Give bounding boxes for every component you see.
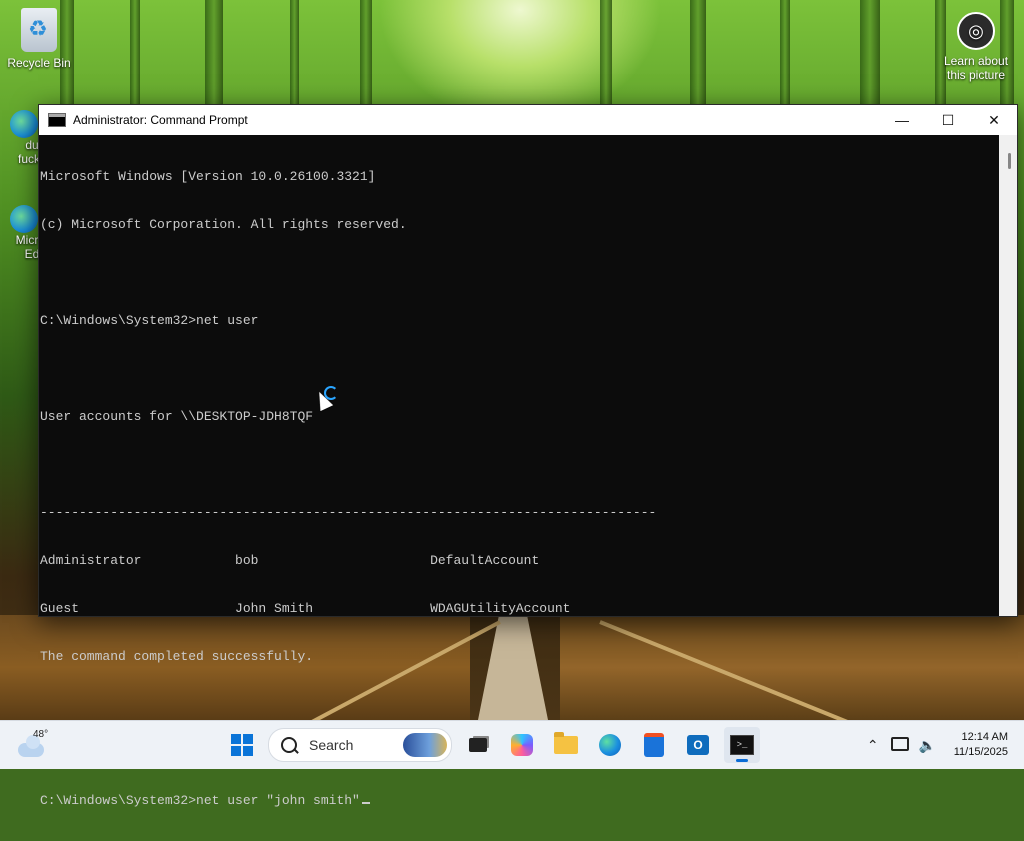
folder-icon bbox=[554, 732, 578, 754]
clock-date: 11/15/2025 bbox=[953, 746, 1008, 758]
shortcut-label-line1: Micr bbox=[15, 233, 39, 247]
command-prompt-icon bbox=[48, 113, 66, 127]
command-prompt-taskbar-button[interactable]: >_ bbox=[724, 727, 760, 763]
taskbar-search[interactable]: Search bbox=[268, 728, 452, 762]
learn-about-picture[interactable]: ◎ Learn about this picture bbox=[938, 12, 1014, 82]
terminal-line: Guest John Smith WDAGUtilityAccount bbox=[40, 601, 571, 616]
outlook-button[interactable]: O bbox=[680, 727, 716, 763]
edge-icon bbox=[10, 110, 38, 138]
terminal-prompt-line[interactable]: C:\Windows\System32>net user "john smith… bbox=[40, 793, 999, 809]
busy-spinner-icon bbox=[324, 386, 338, 400]
window-title: Administrator: Command Prompt bbox=[73, 113, 248, 127]
volume-button[interactable]: 🔈 bbox=[919, 737, 941, 753]
edge-button[interactable] bbox=[592, 727, 628, 763]
cloud-icon bbox=[18, 735, 44, 757]
task-view-button[interactable] bbox=[460, 727, 496, 763]
show-hidden-icons-button[interactable]: ⌃ bbox=[858, 737, 888, 754]
terminal-line: The command completed successfully. bbox=[40, 649, 314, 664]
network-button[interactable] bbox=[890, 737, 913, 753]
terminal-line: (c) Microsoft Corporation. All rights re… bbox=[40, 217, 407, 232]
terminal-line: User accounts for \\DESKTOP-JDH8TQF bbox=[40, 409, 314, 424]
desktop-shortcut-partial-2[interactable]: Micr Ed bbox=[10, 205, 40, 261]
terminal-line: Microsoft Windows [Version 10.0.26100.33… bbox=[40, 169, 376, 184]
desktop-shortcut-partial-1[interactable]: du fuck bbox=[10, 110, 40, 180]
taskbar-apps: Search O >_ bbox=[220, 727, 764, 763]
start-button[interactable] bbox=[224, 727, 260, 763]
command-prompt-icon: >_ bbox=[730, 735, 754, 755]
edge-icon bbox=[599, 734, 621, 756]
maximize-button[interactable]: ☐ bbox=[925, 105, 971, 135]
vertical-scrollbar[interactable] bbox=[999, 135, 1017, 616]
file-explorer-button[interactable] bbox=[548, 727, 584, 763]
system-tray: ⌃ 🔈 12:14 AM 11/15/2025 bbox=[858, 721, 1024, 769]
weather-widget[interactable]: 48° bbox=[16, 729, 56, 761]
clock[interactable]: 12:14 AM 11/15/2025 bbox=[944, 730, 1024, 760]
copilot-icon bbox=[511, 734, 533, 756]
taskbar: 48° Search O >_ ⌃ 🔈 12:14 AM 11/15/2025 bbox=[0, 720, 1024, 769]
clock-time: 12:14 AM bbox=[961, 731, 1008, 743]
shortcut-label-line2: fuck bbox=[18, 152, 41, 166]
temperature: 48° bbox=[33, 729, 49, 740]
store-button[interactable] bbox=[636, 727, 672, 763]
network-icon bbox=[890, 737, 909, 751]
search-icon bbox=[281, 737, 297, 753]
recycle-bin-label: Recycle Bin bbox=[7, 56, 71, 70]
search-highlight-image bbox=[403, 733, 447, 757]
text-cursor bbox=[361, 802, 370, 804]
camera-info-icon: ◎ bbox=[957, 12, 995, 50]
close-button[interactable]: ✕ bbox=[971, 105, 1017, 135]
title-bar[interactable]: Administrator: Command Prompt — ☐ ✕ bbox=[39, 105, 1017, 135]
task-view-icon bbox=[469, 738, 487, 752]
copilot-button[interactable] bbox=[504, 727, 540, 763]
search-label: Search bbox=[309, 737, 354, 753]
terminal-command-input[interactable]: C:\Windows\System32>net user "john smith… bbox=[40, 793, 360, 808]
terminal-output[interactable]: Microsoft Windows [Version 10.0.26100.33… bbox=[39, 135, 999, 808]
terminal-separator: ----------------------------------------… bbox=[40, 505, 657, 520]
speaker-icon: 🔈 bbox=[918, 737, 937, 753]
recycle-bin-icon bbox=[21, 8, 57, 52]
minimize-button[interactable]: — bbox=[879, 105, 925, 135]
learn-label-line2: this picture bbox=[946, 68, 1006, 82]
outlook-icon: O bbox=[687, 735, 709, 755]
windows-start-icon bbox=[231, 734, 253, 756]
learn-label-line1: Learn about bbox=[943, 54, 1009, 68]
recycle-bin-shortcut[interactable]: Recycle Bin bbox=[6, 8, 72, 70]
terminal-line: C:\Windows\System32>net user bbox=[40, 313, 259, 328]
command-prompt-window[interactable]: Administrator: Command Prompt — ☐ ✕ Micr… bbox=[38, 104, 1018, 808]
edge-icon bbox=[10, 205, 38, 233]
terminal-line: Administrator bob DefaultAccount bbox=[40, 553, 540, 568]
store-icon bbox=[644, 733, 664, 757]
scrollbar-thumb[interactable] bbox=[1008, 153, 1011, 169]
